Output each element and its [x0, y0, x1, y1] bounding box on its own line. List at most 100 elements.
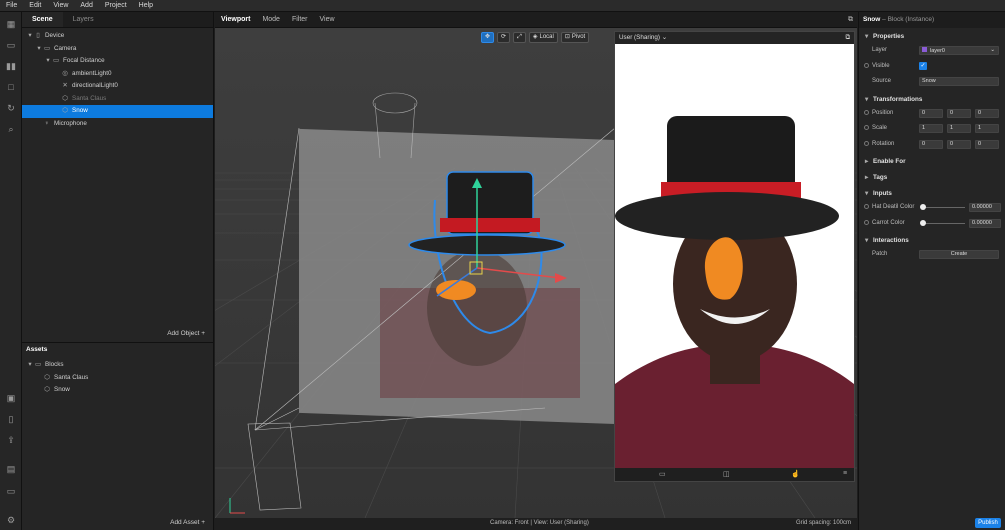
chevron-down-icon[interactable]: ▾ [26, 30, 34, 43]
tab-scene[interactable]: Scene [22, 12, 63, 27]
microphone-icon: ♆ [44, 119, 50, 127]
menu-help[interactable]: Help [133, 2, 159, 9]
scale-y-field[interactable]: 1 [947, 124, 971, 133]
create-patch-button[interactable]: Create [919, 250, 999, 259]
add-object-button[interactable]: Add Object + [167, 330, 205, 337]
hat-slider-track[interactable] [923, 207, 965, 208]
export-icon[interactable]: ⇪ [5, 434, 17, 446]
scene-tree-item[interactable]: ▾ ▭ Camera [22, 43, 213, 56]
section-transformations[interactable]: ▾ Transformations [859, 94, 1005, 106]
scene-tree-item[interactable]: ⬡ Snow [22, 105, 213, 118]
folder-upload-icon[interactable]: ▣ [5, 392, 17, 404]
move-tool-button[interactable]: ✥ [481, 32, 495, 43]
rotate-tool-button[interactable]: ⟳ [497, 32, 511, 43]
scene-tree-item[interactable]: ✕ directionalLight0 [22, 80, 213, 93]
hat-slider-thumb[interactable] [920, 204, 926, 210]
chevron-down-icon[interactable]: ▾ [44, 55, 52, 68]
refresh-icon[interactable]: ↻ [5, 102, 17, 114]
layer-select[interactable]: layer0 ⌄ [919, 46, 999, 55]
scale-bind-dot[interactable] [864, 125, 869, 130]
device-send-icon[interactable]: ▯ [5, 413, 17, 425]
position-z-field[interactable]: 0 [975, 108, 999, 118]
tab-viewport[interactable]: Viewport [215, 16, 256, 23]
tab-mode[interactable]: Mode [256, 16, 286, 23]
plus-icon: + [201, 519, 205, 526]
visible-bind-dot[interactable] [864, 62, 869, 68]
scene-tree-item[interactable]: ⬡ Santa Claus [22, 93, 213, 106]
popout-icon[interactable]: ⧉ [842, 16, 857, 24]
asset-tree-item[interactable]: ▾ ▭ Blocks [22, 359, 213, 372]
scene-tree-item[interactable]: ♆ Microphone [22, 118, 213, 131]
position-label: Position [872, 109, 894, 116]
touch-icon[interactable]: ☝ [791, 470, 800, 478]
square-icon[interactable]: □ [5, 81, 17, 93]
hat-color-value[interactable]: 0.00000 [969, 203, 1001, 212]
section-enable-for[interactable]: ▸ Enable For [859, 156, 1005, 168]
scale-tool-button[interactable]: ⤢ [513, 32, 526, 43]
folder-icon: ▭ [35, 361, 41, 368]
position-y-field[interactable]: 0 [947, 108, 971, 118]
search-icon[interactable]: ⌕ [5, 123, 17, 135]
pivot-toggle[interactable]: ⊡ Pivot [560, 32, 590, 43]
carrot-slider-track[interactable] [923, 222, 965, 224]
menu-edit[interactable]: Edit [23, 2, 47, 9]
rotation-x-field[interactable]: 0 [919, 139, 943, 149]
settings-icon[interactable]: ⚙ [5, 514, 17, 526]
scene-tree-item-label: Camera [54, 44, 77, 52]
add-asset-label: Add Asset [170, 519, 200, 526]
menu-file[interactable]: File [0, 2, 23, 9]
menu-view[interactable]: View [47, 2, 74, 9]
layout-icon[interactable]: ▦ [5, 18, 17, 30]
scale-x-field[interactable]: 1 [919, 124, 943, 133]
grid-icon[interactable]: ▤ [5, 463, 17, 475]
tab-layers[interactable]: Layers [63, 12, 104, 27]
publish-button[interactable]: Publish [975, 518, 1001, 528]
rotation-z-field[interactable]: 0 [975, 139, 999, 149]
pause-icon[interactable]: ▮▮ [5, 60, 17, 72]
hat-brim [408, 234, 566, 256]
asset-tree-item-label: Snow [54, 386, 70, 393]
preview-toolbar: ▭ ◫ ☝ ≡ [615, 468, 854, 481]
scale-z-field[interactable]: 1 [975, 124, 999, 133]
chevron-down-icon[interactable]: ⌄ [662, 34, 667, 41]
section-tags[interactable]: ▸ Tags [859, 172, 1005, 184]
section-inputs[interactable]: ▾ Inputs [859, 188, 1005, 200]
keyboard-icon[interactable]: ▭ [5, 485, 17, 497]
asset-tree-item[interactable]: ⬡ Santa Claus [22, 372, 213, 385]
carrot-bind-dot[interactable] [864, 219, 869, 225]
menu-project[interactable]: Project [99, 2, 133, 9]
visible-checkbox[interactable]: ✓ [919, 61, 927, 70]
chevron-down-icon[interactable]: ▾ [26, 359, 34, 372]
video-icon[interactable]: ▭ [659, 470, 666, 478]
scale-icon: ⤢ [517, 34, 522, 40]
scene-tree-item[interactable]: ▾ ▭ Focal Distance [22, 55, 213, 68]
asset-tree-item[interactable]: ⬡ Snow [22, 384, 213, 397]
position-x-field[interactable]: 0 [919, 108, 943, 118]
position-bind-dot[interactable] [864, 109, 869, 115]
section-properties[interactable]: ▾ Properties [859, 31, 1005, 43]
rotation-y-field[interactable]: 0 [947, 139, 971, 149]
camera-icon: ▭ [44, 44, 50, 52]
section-interactions[interactable]: ▾ Interactions [859, 235, 1005, 247]
menu-icon[interactable]: ≡ [843, 470, 847, 477]
add-asset-button[interactable]: Add Asset + [170, 519, 205, 526]
source-field[interactable]: Snow [919, 77, 999, 86]
chevron-down-icon[interactable]: ▾ [35, 43, 43, 56]
scene-tree-item[interactable]: ◎ ambientLight0 [22, 68, 213, 81]
preview-device-select[interactable]: User (Sharing) [619, 34, 660, 41]
chevron-right-icon: ▸ [865, 158, 869, 165]
plus-icon: + [201, 330, 205, 337]
carrot-color-value[interactable]: 0.00000 [969, 218, 1001, 228]
local-toggle[interactable]: ◈ Local [528, 32, 558, 43]
popout-icon[interactable]: ⧉ [846, 32, 851, 44]
video-icon[interactable]: ▭ [5, 39, 17, 51]
carrot-slider-thumb[interactable] [920, 219, 926, 226]
scene-tree-item[interactable]: ▾ ▯ Device [22, 30, 213, 43]
tab-view[interactable]: View [314, 16, 341, 23]
hat-bind-dot[interactable] [864, 204, 869, 209]
menu-add[interactable]: Add [74, 2, 98, 9]
tab-filter[interactable]: Filter [286, 16, 314, 23]
rotation-bind-dot[interactable] [864, 140, 869, 146]
scene-tree-item-label: Snow [72, 107, 88, 114]
mirror-icon[interactable]: ◫ [723, 470, 730, 478]
